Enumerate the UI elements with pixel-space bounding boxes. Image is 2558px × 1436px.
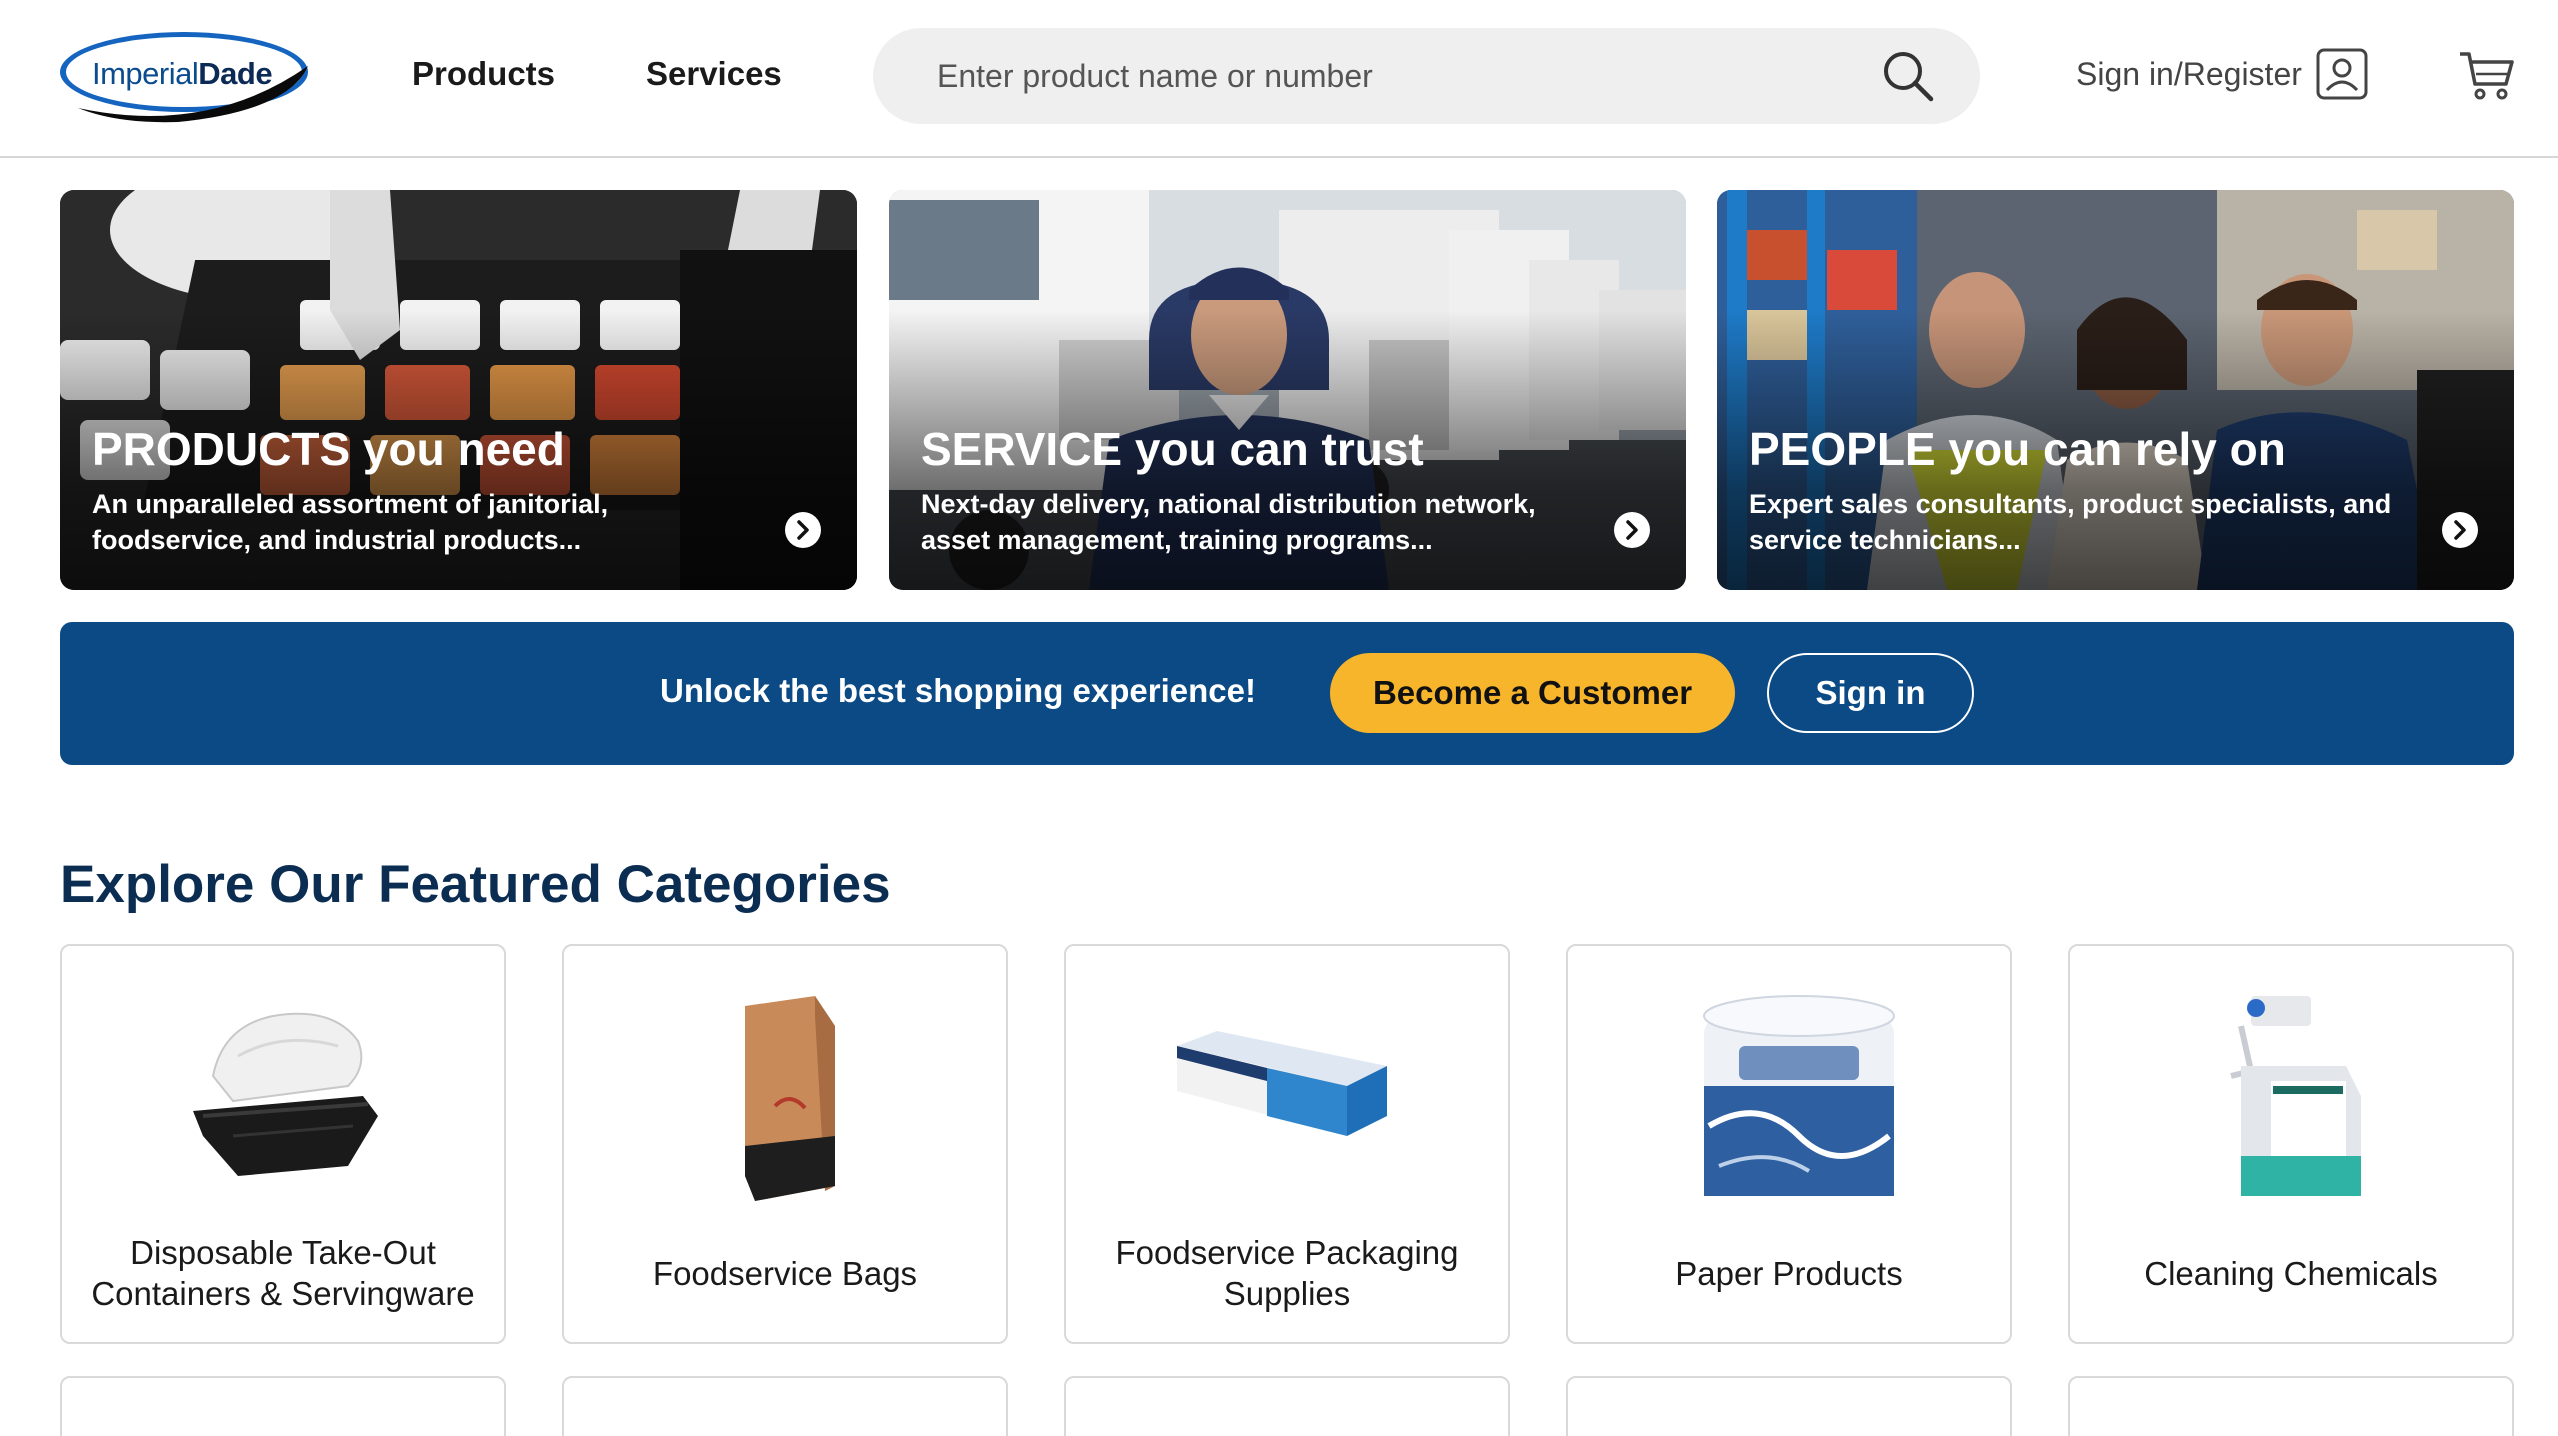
category-card-row2-2[interactable] [562, 1376, 1008, 1436]
site-header: ImperialDade Products Services Sign in/R… [0, 0, 2558, 158]
hero-description: Expert sales consultants, product specia… [1749, 489, 2392, 555]
category-card-row2-1[interactable] [60, 1376, 506, 1436]
hero-title-rest: you can rely on [1935, 423, 2286, 475]
chevron-right-icon [797, 520, 809, 540]
category-card-row2-5[interactable] [2068, 1376, 2514, 1436]
chevron-right-icon [1626, 520, 1638, 540]
hero-card-people[interactable]: PEOPLE you can rely on Expert sales cons… [1717, 190, 2514, 590]
featured-categories-title: Explore Our Featured Categories [60, 855, 891, 914]
cart-icon[interactable] [2458, 48, 2516, 104]
hero-arrow-button[interactable] [2442, 512, 2478, 548]
toilet-paper-icon [1703, 995, 1895, 1196]
category-image [2070, 986, 2512, 1206]
foil-box-icon [1177, 1031, 1387, 1136]
banner-text: Unlock the best shopping experience! [660, 672, 1256, 709]
search-bar [873, 28, 1980, 124]
search-input[interactable] [937, 28, 1837, 124]
banner-signin-button[interactable]: Sign in [1767, 653, 1974, 733]
hero-card-products[interactable]: PRODUCTS you need An unparalleled assort… [60, 190, 857, 590]
hero-title: SERVICE you can trust [921, 422, 1424, 476]
hero-card-service[interactable]: SERVICE you can trust Next-day delivery,… [889, 190, 1686, 590]
category-card-row2-4[interactable] [1566, 1376, 2012, 1436]
hero-description: Next-day delivery, national distribution… [921, 489, 1536, 555]
nav-products[interactable]: Products [412, 55, 555, 93]
logo-wordmark: ImperialDade [92, 56, 273, 92]
search-icon[interactable] [1880, 48, 1936, 104]
imperial-dade-logo[interactable]: ImperialDade [58, 26, 318, 126]
hero-title-rest: you can trust [1122, 423, 1424, 475]
category-card-takeout[interactable]: Disposable Take-Out Containers & Serving… [60, 944, 506, 1344]
customer-cta-banner: Unlock the best shopping experience! Bec… [60, 622, 2514, 765]
user-account-icon[interactable] [2316, 48, 2368, 100]
category-card-foodservice-bags[interactable]: Foodservice Bags [562, 944, 1008, 1344]
category-card-packaging[interactable]: Foodservice Packaging Supplies [1064, 944, 1510, 1344]
hero-title: PEOPLE you can rely on [1749, 422, 2286, 476]
hero-arrow-button[interactable] [1614, 512, 1650, 548]
category-card-paper-products[interactable]: Paper Products [1566, 944, 2012, 1344]
paper-bag-icon [745, 996, 835, 1201]
hero-title-rest: you need [350, 423, 565, 475]
category-label: Cleaning Chemicals [2144, 1254, 2438, 1292]
nav-services[interactable]: Services [646, 55, 782, 93]
category-image [62, 986, 504, 1206]
category-card-row2-3[interactable] [1064, 1376, 1510, 1436]
hero-description: An unparalleled assortment of janitorial… [92, 489, 609, 555]
hero-title-caps: PRODUCTS [92, 423, 351, 475]
category-label: Paper Products [1675, 1254, 1903, 1292]
chevron-right-icon [2454, 520, 2466, 540]
chemical-jug-icon [2230, 996, 2361, 1196]
hero-arrow-button[interactable] [785, 512, 821, 548]
category-label: Disposable Take-Out Containers & Serving… [91, 1234, 475, 1312]
signin-register-link[interactable]: Sign in/Register [2076, 56, 2302, 93]
takeout-container-icon [193, 1012, 378, 1176]
hero-title: PRODUCTS you need [92, 422, 565, 476]
category-image [1066, 986, 1508, 1206]
category-card-cleaning-chemicals[interactable]: Cleaning Chemicals [2068, 944, 2514, 1344]
category-image [564, 986, 1006, 1206]
logo-imperial-text: Imperial [92, 56, 199, 91]
logo-dade-text: Dade [198, 56, 273, 91]
hero-title-caps: SERVICE [921, 423, 1123, 475]
hero-title-caps: PEOPLE [1749, 423, 1936, 475]
category-image [1568, 986, 2010, 1206]
category-label: Foodservice Bags [652, 1254, 918, 1292]
category-label: Foodservice Packaging Supplies [1115, 1234, 1459, 1312]
become-customer-button[interactable]: Become a Customer [1330, 653, 1735, 733]
